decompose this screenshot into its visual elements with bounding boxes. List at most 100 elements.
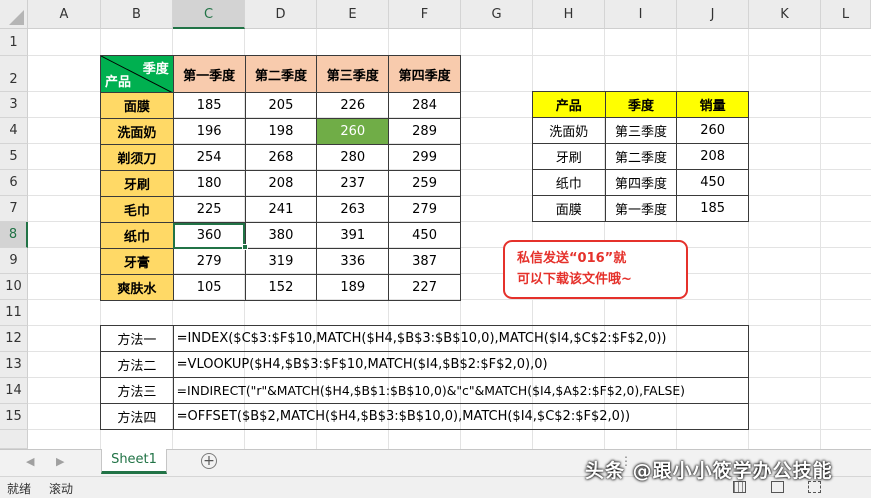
method-name-cell[interactable]: 方法四 (100, 403, 174, 430)
value-cell[interactable]: 205 (244, 92, 318, 119)
value-cell[interactable]: 225 (172, 196, 246, 223)
row-header-8[interactable]: 8 (0, 222, 28, 248)
lookup-header[interactable]: 销量 (676, 91, 749, 118)
lookup-cell[interactable]: 牙刷 (532, 143, 606, 170)
column-header-g[interactable]: G (461, 0, 533, 29)
row-header-11[interactable]: 11 (0, 300, 28, 326)
fill-handle[interactable] (242, 244, 248, 250)
sheet-tab-sheet1[interactable]: Sheet1 (101, 449, 167, 474)
value-cell[interactable]: 208 (244, 170, 318, 197)
row-header-1[interactable]: 1 (0, 29, 28, 56)
value-cell[interactable]: 198 (244, 118, 318, 145)
formula-cell[interactable]: =OFFSET($B$2,MATCH($H4,$B$3:$B$10,0),MAT… (172, 403, 750, 430)
value-cell[interactable]: 105 (172, 274, 246, 301)
product-cell[interactable]: 牙膏 (100, 248, 174, 275)
product-cell[interactable]: 毛巾 (100, 196, 174, 223)
value-cell[interactable]: 279 (172, 248, 246, 275)
column-header-d[interactable]: D (245, 0, 317, 29)
product-cell[interactable]: 面膜 (100, 92, 174, 119)
value-cell[interactable]: 259 (388, 170, 461, 197)
column-header-e[interactable]: E (317, 0, 389, 29)
lookup-cell[interactable]: 第二季度 (604, 143, 678, 170)
value-cell[interactable]: 319 (244, 248, 318, 275)
row-header-6[interactable]: 6 (0, 170, 28, 196)
product-cell[interactable]: 牙刷 (100, 170, 174, 197)
formula-cell[interactable]: =INDEX($C$3:$F$10,MATCH($H4,$B$3:$B$10,0… (172, 325, 750, 352)
column-header-f[interactable]: F (389, 0, 461, 29)
row-header-10[interactable]: 10 (0, 274, 28, 300)
row-header-13[interactable]: 13 (0, 352, 28, 378)
lookup-cell[interactable]: 纸巾 (532, 169, 606, 196)
add-sheet-icon[interactable]: + (201, 453, 217, 469)
column-header-l[interactable]: L (821, 0, 871, 29)
select-all-corner[interactable] (0, 0, 28, 29)
column-header-k[interactable]: K (749, 0, 821, 29)
formula-cell[interactable]: =INDIRECT("r"&MATCH($H4,$B$1:$B$10,0)&"c… (172, 377, 750, 404)
value-cell[interactable]: 336 (316, 248, 390, 275)
value-cell[interactable]: 241 (244, 196, 318, 223)
row-header-3[interactable]: 3 (0, 92, 28, 118)
row-header-12[interactable]: 12 (0, 326, 28, 352)
value-cell[interactable]: 185 (172, 92, 246, 119)
quarter-header[interactable]: 第一季度 (172, 55, 246, 93)
row-header-2[interactable]: 2 (0, 56, 28, 92)
row-header-5[interactable]: 5 (0, 144, 28, 170)
quarter-header[interactable]: 第三季度 (316, 55, 390, 93)
value-cell[interactable]: 380 (244, 222, 318, 249)
column-header-b[interactable]: B (101, 0, 173, 29)
lookup-cell[interactable]: 面膜 (532, 195, 606, 222)
diagonal-header-cell[interactable]: 季度 产品 (100, 55, 174, 93)
value-cell[interactable]: 299 (388, 144, 461, 171)
value-cell[interactable]: 289 (388, 118, 461, 145)
product-cell[interactable]: 爽肤水 (100, 274, 174, 301)
value-cell[interactable]: 263 (316, 196, 390, 223)
product-cell[interactable]: 纸巾 (100, 222, 174, 249)
scroll-right-icon[interactable]: ▶ (56, 455, 64, 468)
column-header-i[interactable]: I (605, 0, 677, 29)
row-header-15[interactable]: 15 (0, 404, 28, 430)
method-name-cell[interactable]: 方法一 (100, 325, 174, 352)
value-cell[interactable]: 180 (172, 170, 246, 197)
lookup-cell[interactable]: 450 (676, 169, 749, 196)
value-cell[interactable]: 268 (244, 144, 318, 171)
product-cell[interactable]: 剃须刀 (100, 144, 174, 171)
value-cell[interactable]: 152 (244, 274, 318, 301)
row-header-7[interactable]: 7 (0, 196, 28, 222)
method-name-cell[interactable]: 方法三 (100, 377, 174, 404)
value-cell[interactable]: 279 (388, 196, 461, 223)
highlighted-value-cell[interactable]: 260 (316, 118, 390, 145)
value-cell[interactable]: 280 (316, 144, 390, 171)
row-header-4[interactable]: 4 (0, 118, 28, 144)
lookup-header[interactable]: 季度 (604, 91, 678, 118)
value-cell[interactable]: 196 (172, 118, 246, 145)
row-header-9[interactable]: 9 (0, 248, 28, 274)
column-header-h[interactable]: H (533, 0, 605, 29)
formula-cell[interactable]: =VLOOKUP($H4,$B$3:$F$10,MATCH($I4,$B$2:$… (172, 351, 750, 378)
lookup-cell[interactable]: 208 (676, 143, 749, 170)
quarter-header[interactable]: 第四季度 (388, 55, 461, 93)
method-name-cell[interactable]: 方法二 (100, 351, 174, 378)
value-cell[interactable]: 391 (316, 222, 390, 249)
row-header-14[interactable]: 14 (0, 378, 28, 404)
value-cell[interactable]: 227 (388, 274, 461, 301)
value-cell[interactable]: 189 (316, 274, 390, 301)
value-cell[interactable]: 254 (172, 144, 246, 171)
lookup-cell[interactable]: 第三季度 (604, 117, 678, 144)
value-cell[interactable]: 237 (316, 170, 390, 197)
lookup-header[interactable]: 产品 (532, 91, 606, 118)
product-cell[interactable]: 洗面奶 (100, 118, 174, 145)
column-header-j[interactable]: J (677, 0, 749, 29)
active-cell[interactable]: 360 (172, 222, 246, 249)
lookup-cell[interactable]: 洗面奶 (532, 117, 606, 144)
quarter-header[interactable]: 第二季度 (244, 55, 318, 93)
value-cell[interactable]: 450 (388, 222, 461, 249)
value-cell[interactable]: 226 (316, 92, 390, 119)
column-header-a[interactable]: A (28, 0, 101, 29)
column-header-c[interactable]: C (173, 0, 245, 29)
lookup-cell[interactable]: 第四季度 (604, 169, 678, 196)
scroll-left-icon[interactable]: ◀ (26, 455, 34, 468)
row-header-16[interactable] (0, 430, 28, 449)
lookup-cell[interactable]: 185 (676, 195, 749, 222)
lookup-cell[interactable]: 260 (676, 117, 749, 144)
value-cell[interactable]: 387 (388, 248, 461, 275)
